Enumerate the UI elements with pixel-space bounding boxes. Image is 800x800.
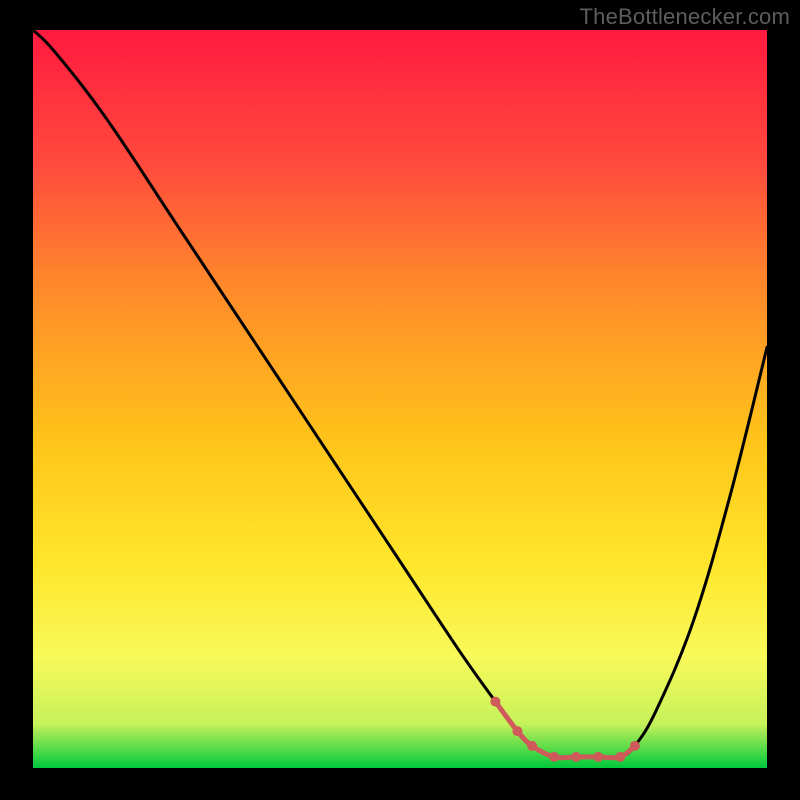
- trough-marker-dot: [593, 752, 603, 762]
- trough-marker-dot: [512, 726, 522, 736]
- trough-marker-dot: [490, 697, 500, 707]
- trough-marker-dot: [571, 752, 581, 762]
- chart-svg: [33, 30, 767, 768]
- trough-marker-dot: [615, 752, 625, 762]
- trough-marker-dot: [630, 741, 640, 751]
- watermark-text: TheBottlenecker.com: [580, 4, 790, 30]
- gradient-bg: [33, 30, 767, 768]
- chart-frame: TheBottlenecker.com: [0, 0, 800, 800]
- trough-marker-dot: [549, 752, 559, 762]
- trough-marker-dot: [527, 741, 537, 751]
- plot-area: [33, 30, 767, 768]
